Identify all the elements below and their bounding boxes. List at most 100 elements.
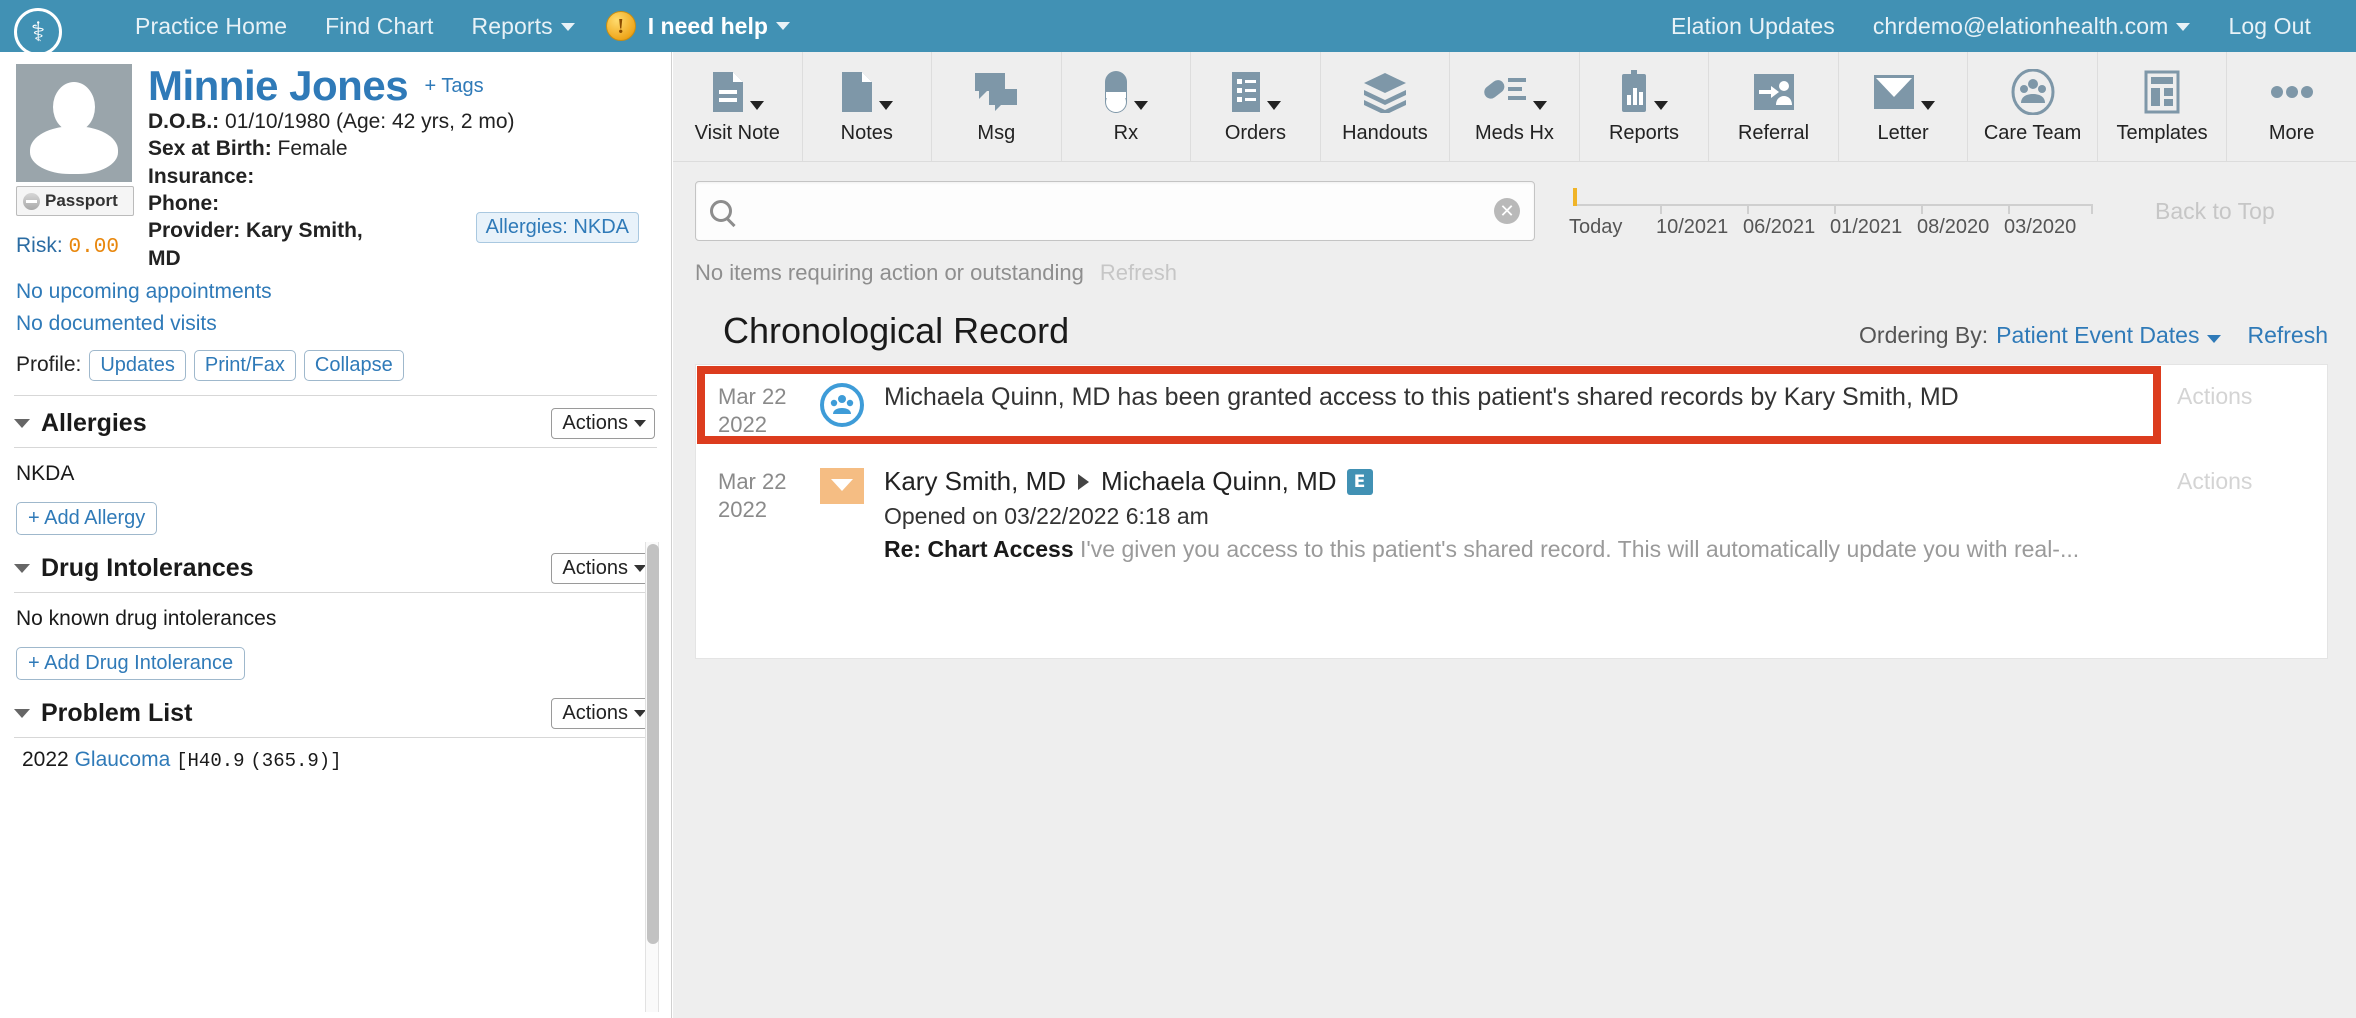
profile-actions-row: Profile: Updates Print/Fax Collapse (0, 344, 671, 395)
status-refresh-link[interactable]: Refresh (1100, 260, 1177, 286)
problem-name-link[interactable]: Glaucoma (75, 748, 171, 771)
add-drug-intolerance-button[interactable]: + Add Drug Intolerance (16, 646, 246, 680)
profile-print-fax-button[interactable]: Print/Fax (193, 349, 296, 381)
nav-practice-home[interactable]: Practice Home (116, 13, 306, 40)
toolbar-care-team[interactable]: Care Team (1968, 52, 2098, 161)
logo-glyph: ⚕ (30, 16, 46, 48)
pill-capsule-icon (1103, 64, 1149, 120)
clear-search-icon[interactable]: ✕ (1494, 198, 1520, 224)
add-allergy-button[interactable]: + Add Allergy (16, 501, 158, 535)
section-header-problem-list: Problem List Actions (0, 686, 671, 737)
ordering-by-value[interactable]: Patient Event Dates (1996, 322, 2222, 349)
patient-provider-row-2: MD (148, 245, 655, 272)
timeline-label: Today (1569, 216, 1623, 238)
toolbar-handouts[interactable]: Handouts (1321, 52, 1451, 161)
provider-label: Provider: Kary Smith, (148, 219, 363, 243)
record-list: Mar 22 2022 Michaela Quinn, MD has been … (695, 364, 2328, 659)
chevron-down-icon (1920, 101, 1935, 110)
nav-log-out[interactable]: Log Out (2209, 13, 2330, 40)
chevron-down-icon (1532, 101, 1547, 110)
record-date-year: 2022 (718, 496, 767, 522)
toolbar-orders[interactable]: Orders (1191, 52, 1321, 161)
toolbar-more[interactable]: More (2227, 52, 2356, 161)
toolbar-label: Reports (1608, 122, 1679, 144)
search-input[interactable] (744, 197, 1494, 225)
toolbar-visit-note[interactable]: Visit Note (673, 52, 803, 161)
toolbar-msg[interactable]: Msg (932, 52, 1062, 161)
timeline-tick (1834, 204, 1836, 214)
passport-label: Passport (45, 191, 118, 210)
allergies-actions-button[interactable]: Actions (551, 407, 655, 439)
nav-elation-updates[interactable]: Elation Updates (1652, 13, 1854, 40)
status-message: No items requiring action or outstanding (695, 260, 1084, 285)
drug-intolerances-actions-label: Actions (562, 556, 628, 579)
toolbar-label: Letter (1877, 122, 1929, 144)
page-title: Chronological Record (723, 310, 1070, 351)
nav-find-chart[interactable]: Find Chart (306, 13, 452, 40)
passport-status-icon (23, 192, 40, 210)
record-icon-cell (814, 381, 870, 438)
table-row[interactable]: Mar 22 2022 Kary Smith, MD Michaela Quin… (696, 452, 2327, 577)
insurance-label: Insurance: (148, 164, 255, 188)
no-upcoming-appointments-link[interactable]: No upcoming appointments (16, 280, 655, 304)
help-label: I need help (647, 12, 768, 39)
record-actions-link[interactable]: Actions (2177, 466, 2327, 563)
app-logo[interactable]: ⚕ (0, 0, 72, 56)
collapse-triangle-icon[interactable] (14, 708, 30, 718)
drug-intolerances-actions-button[interactable]: Actions (551, 552, 655, 584)
collapse-triangle-icon[interactable] (14, 418, 30, 428)
sidebar-scrollbar[interactable] (645, 542, 659, 1012)
avatar-head (53, 82, 95, 132)
no-documented-visits-link[interactable]: No documented visits (16, 312, 655, 336)
toolbar-letter[interactable]: Letter (1839, 52, 1969, 161)
chevron-down-icon (634, 419, 646, 427)
problem-alt-code: (365.9)] (250, 749, 342, 772)
toolbar-reports[interactable]: Reports (1580, 52, 1710, 161)
search-and-timeline-row: ✕ Today 10/2021 06/2021 01/2021 08/2020 … (673, 162, 2356, 254)
patient-name[interactable]: Minnie Jones (148, 63, 409, 108)
toolbar-notes[interactable]: Notes (803, 52, 933, 161)
collapse-triangle-icon[interactable] (14, 563, 30, 573)
search-box[interactable]: ✕ (695, 181, 1535, 241)
section-body-allergies: NKDA + Add Allergy (0, 448, 671, 541)
warning-icon: ! (605, 11, 636, 41)
toolbar-label: Notes (840, 122, 893, 144)
patient-sex-row: Sex at Birth: Female (148, 135, 655, 162)
allergies-actions-label: Actions (562, 411, 628, 434)
profile-collapse-button[interactable]: Collapse (303, 349, 404, 381)
timeline-tick (2091, 204, 2093, 214)
passport-button[interactable]: Passport (16, 186, 134, 216)
toolbar-templates[interactable]: Templates (2098, 52, 2228, 161)
allergies-chip[interactable]: Allergies: NKDA (475, 212, 639, 243)
record-actions-link[interactable]: Actions (2177, 381, 2327, 438)
toolbar-referral[interactable]: Referral (1709, 52, 1839, 161)
patient-sidebar: Passport Risk: 0.00 Minnie Jones + Tags … (0, 52, 672, 1018)
toolbar-meds-hx[interactable]: Meds Hx (1450, 52, 1580, 161)
allergies-content: NKDA (16, 461, 75, 485)
table-row[interactable]: Mar 22 2022 Michaela Quinn, MD has been … (696, 365, 2327, 452)
record-refresh-link[interactable]: Refresh (2247, 322, 2328, 349)
sidebar-scrollbar-thumb[interactable] (647, 544, 659, 944)
problem-list-actions-button[interactable]: Actions (551, 697, 655, 729)
toolbar-rx[interactable]: Rx (1062, 52, 1192, 161)
chat-bubbles-icon (973, 64, 1019, 120)
patient-dob-row: D.O.B.: 01/10/1980 (Age: 42 yrs, 2 mo) (148, 108, 655, 135)
back-to-top-link[interactable]: Back to Top (2155, 198, 2275, 225)
section-title-problem-list: Problem List (41, 698, 193, 727)
patient-header: Passport Risk: 0.00 Minnie Jones + Tags … (0, 52, 671, 272)
profile-updates-button[interactable]: Updates (89, 349, 186, 381)
ellipsis-icon (2269, 64, 2315, 120)
timeline-tick (1747, 204, 1749, 214)
action-status-row: No items requiring action or outstanding… (673, 254, 2356, 286)
chart-timeline[interactable]: Today 10/2021 06/2021 01/2021 08/2020 03… (1569, 180, 2129, 242)
sex-value: Female (277, 137, 348, 161)
nav-reports[interactable]: Reports (453, 13, 594, 40)
toolbar-label: Visit Note (694, 122, 780, 144)
chevron-down-icon (2176, 23, 2191, 32)
profile-label: Profile: (16, 353, 82, 377)
nav-account-email[interactable]: chrdemo@elationhealth.com (1854, 13, 2210, 40)
i-need-help-menu[interactable]: ! I need help (594, 11, 802, 41)
section-title-drug-intolerances: Drug Intolerances (41, 553, 254, 582)
chevron-down-icon (879, 101, 894, 110)
add-tags-link[interactable]: + Tags (425, 75, 484, 97)
